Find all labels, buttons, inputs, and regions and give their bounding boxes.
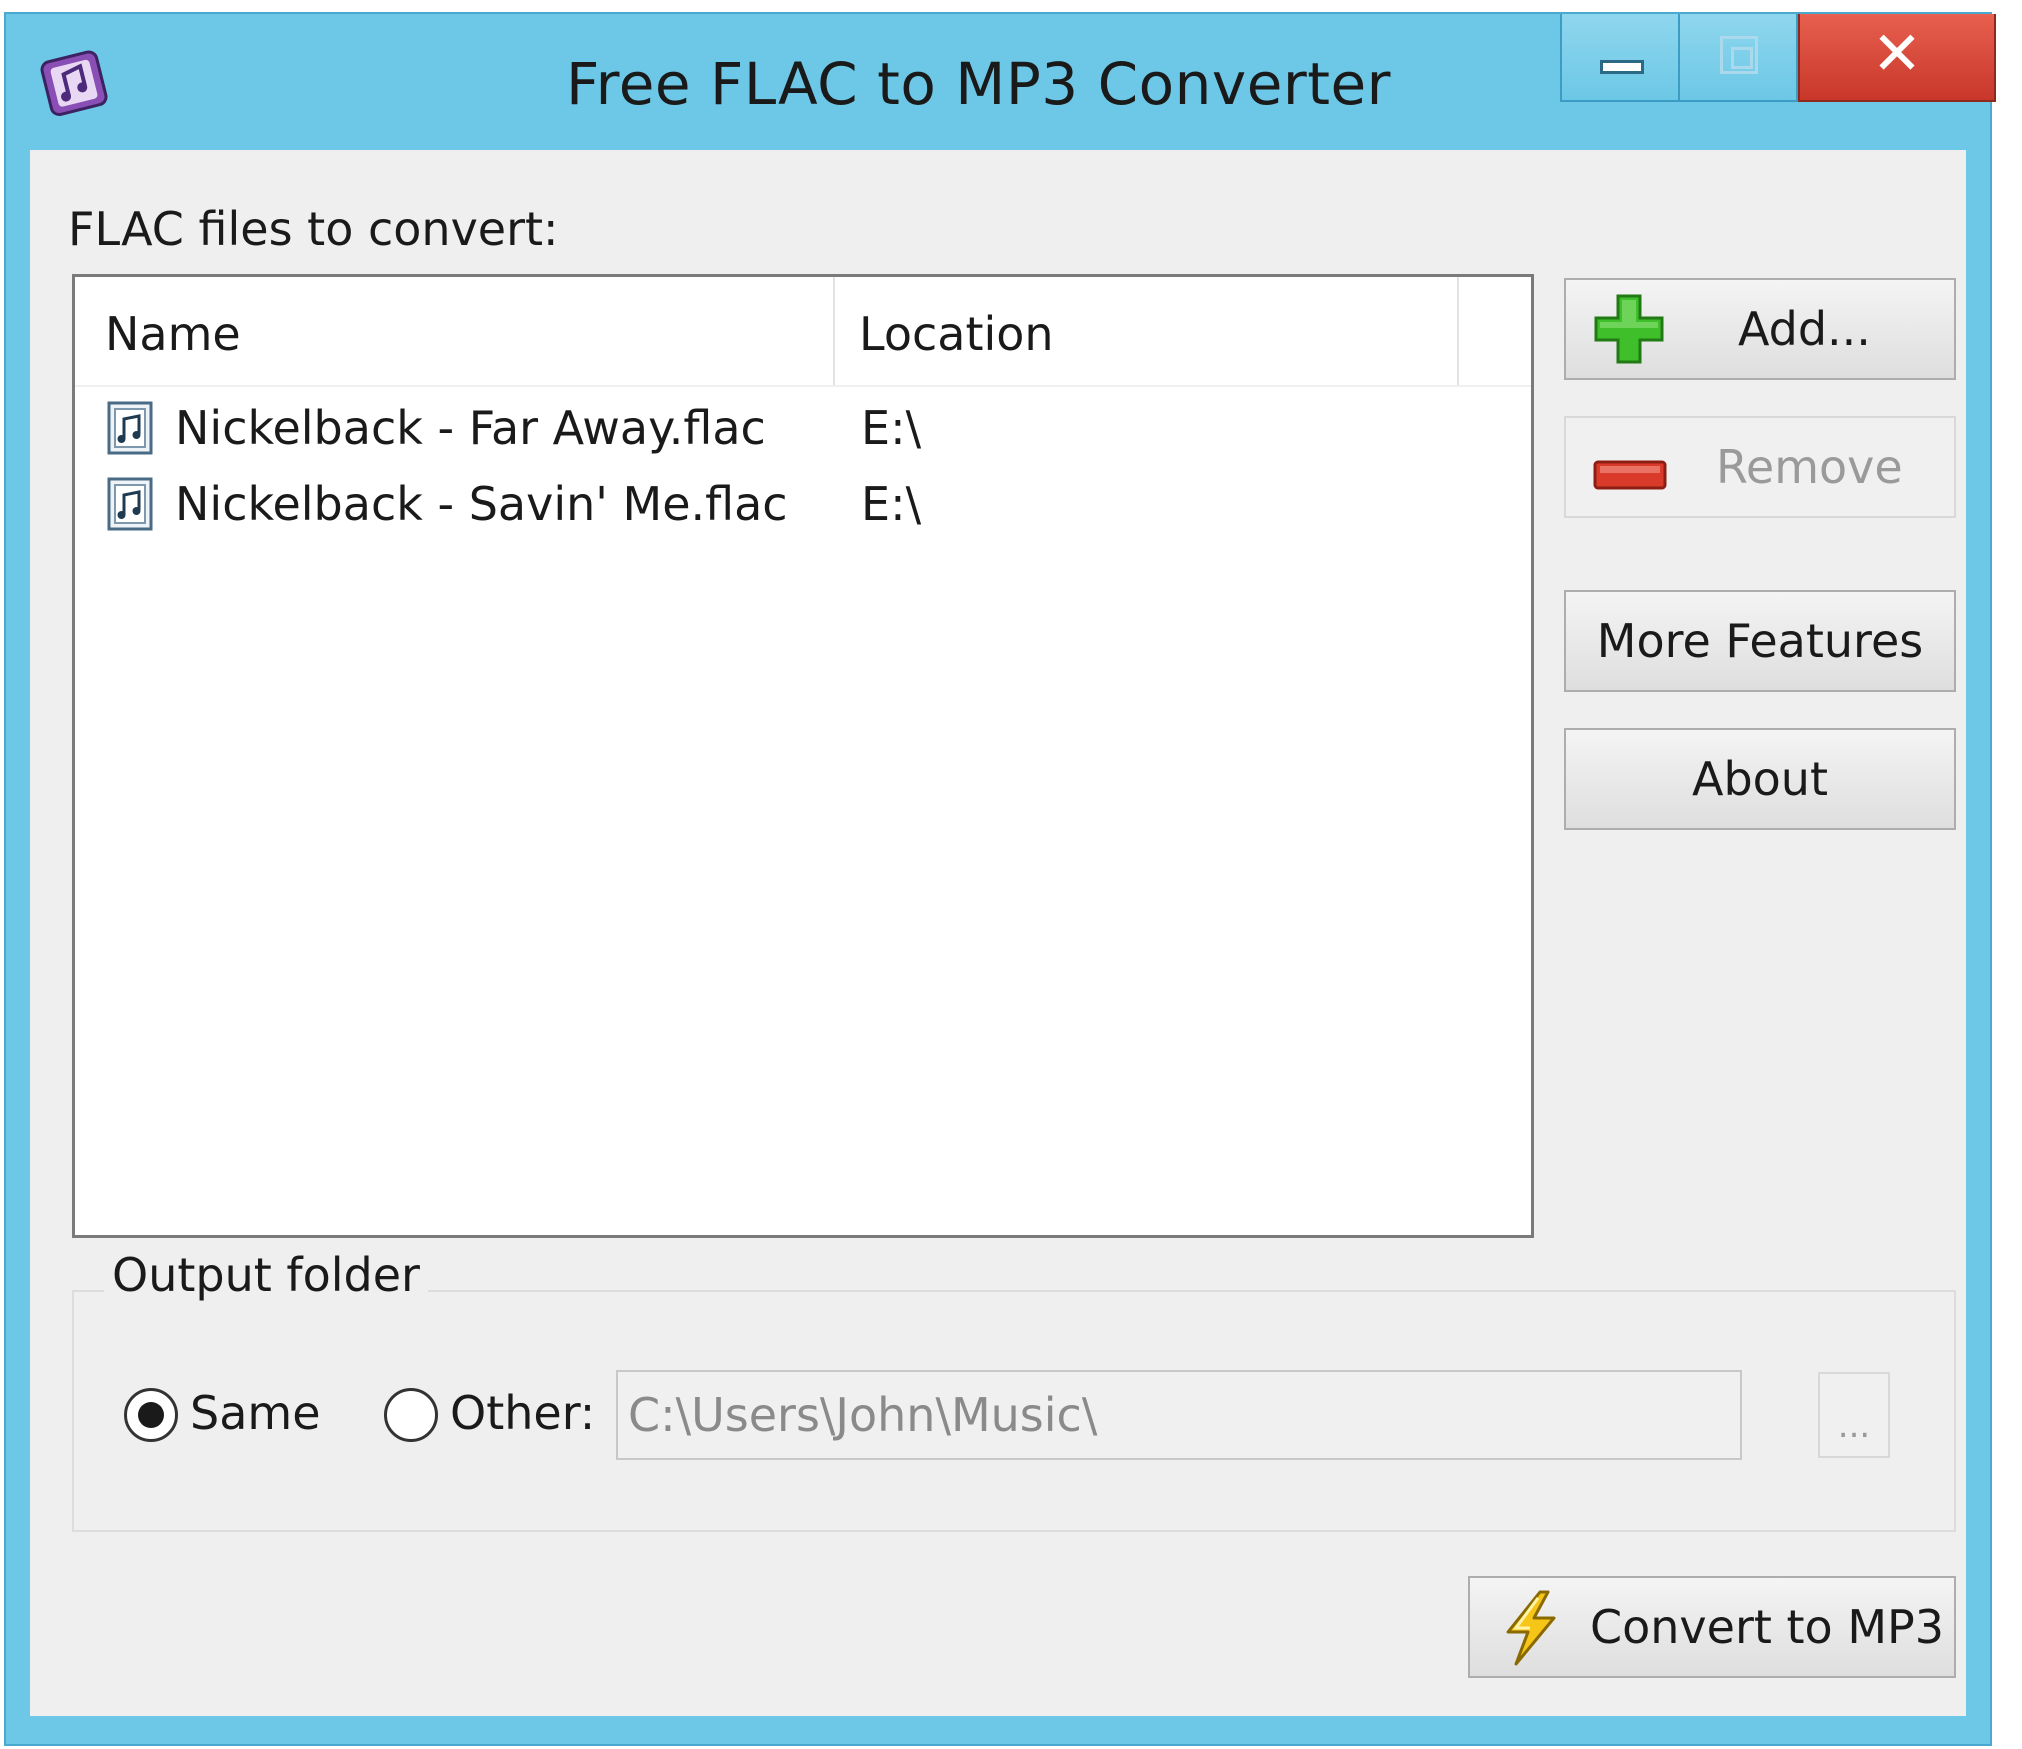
minimize-button[interactable] <box>1560 14 1680 102</box>
about-button-label: About <box>1691 752 1828 806</box>
green-plus-icon <box>1592 292 1666 377</box>
list-item[interactable]: Nickelback - Far Away.flac E:\ <box>75 395 1531 471</box>
add-button-label: Add... <box>1738 302 1871 356</box>
app-window: Free FLAC to MP3 Converter ✕ FLAC files … <box>4 12 1996 1746</box>
column-header-location[interactable]: Location <box>835 277 1459 387</box>
output-folder-label: Output folder <box>104 1248 428 1302</box>
convert-button[interactable]: Convert to MP3 <box>1468 1576 1956 1678</box>
maximize-icon <box>1720 36 1758 74</box>
title-bar[interactable]: Free FLAC to MP3 Converter ✕ <box>6 14 1996 148</box>
app-music-icon[interactable] <box>40 48 110 118</box>
column-header-location-label: Location <box>859 307 1054 361</box>
files-label: FLAC files to convert: <box>68 202 559 256</box>
lightning-bolt-icon <box>1500 1590 1560 1677</box>
minimize-icon <box>1600 60 1644 74</box>
audio-file-icon <box>107 401 153 455</box>
maximize-button <box>1680 14 1798 102</box>
other-radio-label[interactable]: Other: <box>450 1386 595 1440</box>
file-name: Nickelback - Far Away.flac <box>175 401 766 455</box>
convert-button-label: Convert to MP3 <box>1590 1600 1945 1654</box>
same-radio[interactable] <box>124 1388 178 1442</box>
about-button[interactable]: About <box>1564 728 1956 830</box>
more-features-button-label: More Features <box>1596 614 1924 668</box>
remove-button[interactable]: Remove <box>1564 416 1956 518</box>
header-divider <box>75 385 1531 387</box>
output-path-field[interactable] <box>616 1370 1742 1460</box>
red-minus-icon <box>1592 450 1668 504</box>
file-list[interactable]: Name Location Nickelback - Far Away.flac… <box>72 274 1534 1238</box>
remove-button-label: Remove <box>1716 440 1903 494</box>
file-location: E:\ <box>861 401 922 455</box>
browse-button[interactable]: ... <box>1818 1372 1890 1458</box>
client-area: FLAC files to convert: Name Location Nic… <box>30 150 1966 1716</box>
other-radio[interactable] <box>384 1388 438 1442</box>
file-location: E:\ <box>861 477 922 531</box>
same-radio-label[interactable]: Same <box>190 1386 321 1440</box>
column-header-name[interactable]: Name <box>75 277 835 387</box>
more-features-button[interactable]: More Features <box>1564 590 1956 692</box>
close-button[interactable]: ✕ <box>1798 14 1996 102</box>
close-icon: ✕ <box>1871 19 1923 89</box>
list-item[interactable]: Nickelback - Savin' Me.flac E:\ <box>75 471 1531 547</box>
add-button[interactable]: Add... <box>1564 278 1956 380</box>
file-name: Nickelback - Savin' Me.flac <box>175 477 788 531</box>
audio-file-icon <box>107 477 153 531</box>
list-header: Name Location <box>75 277 1531 387</box>
browse-button-label: ... <box>1837 1406 1871 1446</box>
column-header-name-label: Name <box>105 307 241 361</box>
window-title: Free FLAC to MP3 Converter <box>566 50 1391 118</box>
